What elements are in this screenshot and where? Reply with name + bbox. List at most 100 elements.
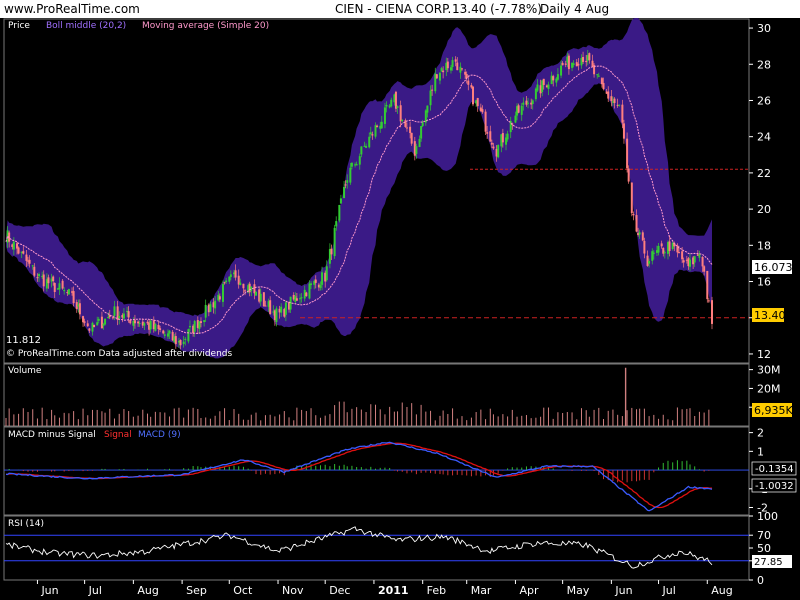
volume-bar xyxy=(562,413,564,426)
candle-body xyxy=(262,292,265,307)
candle-body xyxy=(663,252,666,254)
candle-body xyxy=(460,68,463,70)
ticker-title: CIEN - CIENA CORP. xyxy=(335,2,452,16)
volume-bar xyxy=(22,408,24,426)
candle-body xyxy=(349,167,352,183)
volume-bar xyxy=(603,419,605,426)
candle-body xyxy=(72,291,75,304)
volume-bar xyxy=(356,407,358,426)
candle-body xyxy=(438,72,441,81)
price-tick-label: 20 xyxy=(757,203,771,216)
x-tick-label: Sep xyxy=(186,584,207,597)
candle-body xyxy=(635,215,638,232)
volume-bar xyxy=(576,419,578,426)
candle-body xyxy=(111,317,114,319)
volume-bar xyxy=(631,407,633,426)
candle-body xyxy=(481,109,484,113)
volume-bar xyxy=(101,411,103,426)
volume-bar xyxy=(360,409,362,426)
volume-bar xyxy=(370,404,372,426)
volume-bar xyxy=(224,408,226,426)
volume-bar xyxy=(397,411,399,426)
volume-bar xyxy=(507,416,509,426)
volume-bar xyxy=(159,412,161,426)
candle-body xyxy=(651,251,654,261)
volume-bar xyxy=(485,419,487,426)
volume-bar xyxy=(173,408,175,426)
candle-body xyxy=(174,336,177,345)
volume-bar xyxy=(63,412,65,426)
rsi-layer xyxy=(4,526,749,569)
volume-bar xyxy=(46,419,48,426)
candle-body xyxy=(239,282,242,286)
candle-body xyxy=(621,104,624,123)
candle-body xyxy=(343,186,346,199)
volume-bar xyxy=(5,417,7,426)
volume-bar xyxy=(598,407,600,426)
candle-body xyxy=(492,146,495,149)
volume-bar xyxy=(305,411,307,426)
candle-body xyxy=(12,241,15,250)
volume-bar xyxy=(301,409,303,426)
volume-bar xyxy=(187,409,189,426)
rsi-tick-label: 70 xyxy=(757,529,771,542)
candle-body xyxy=(449,67,452,71)
candle-body xyxy=(314,279,317,283)
price-tick-label: 26 xyxy=(757,94,771,107)
volume-bar xyxy=(36,418,38,426)
candle-body xyxy=(58,283,61,290)
candle-body xyxy=(582,57,585,62)
candle-body xyxy=(113,306,116,316)
chart-canvas: 3028262422201816141230M20M10M21-1-210070… xyxy=(3,18,797,597)
candle-body xyxy=(459,66,462,73)
candle-body xyxy=(299,298,302,300)
candle-body xyxy=(501,133,504,143)
macd-signal-line xyxy=(5,442,713,509)
candle-body xyxy=(42,274,45,287)
volume-bar xyxy=(82,408,84,426)
volume-bar xyxy=(247,419,249,426)
volume-bar xyxy=(274,416,276,426)
volume-bar xyxy=(147,413,149,426)
price-tick-label: 28 xyxy=(757,58,771,71)
rsi-line xyxy=(5,526,713,569)
volume-bar xyxy=(672,420,674,426)
candle-body xyxy=(204,304,207,318)
volume-bar xyxy=(686,408,688,426)
rsi-legend: RSI (14) xyxy=(8,519,44,529)
volume-bar xyxy=(365,412,367,426)
volume-bar xyxy=(617,414,619,426)
candle-body xyxy=(52,276,55,282)
price-tick-label: 30 xyxy=(757,22,771,35)
candle-body xyxy=(149,320,152,330)
macd-signal-text: -1.0032 xyxy=(755,481,794,492)
candle-body xyxy=(711,300,713,324)
candle-body xyxy=(96,322,99,326)
volume-bar xyxy=(137,415,139,426)
candle-body xyxy=(399,105,402,122)
volume-bar xyxy=(530,418,532,426)
volume-panel-frame xyxy=(3,363,750,427)
candle-body xyxy=(622,123,625,139)
candle-body xyxy=(602,82,605,90)
volume-bar xyxy=(521,415,523,426)
volume-bar xyxy=(219,411,221,426)
candle-body xyxy=(597,75,600,77)
candle-body xyxy=(693,256,696,263)
candle-body xyxy=(188,326,191,328)
candle-body xyxy=(344,184,347,186)
candle-body xyxy=(429,90,432,106)
candle-body xyxy=(100,316,103,329)
volume-bar xyxy=(315,415,317,426)
price-legend-ma: Moving average (Simple 20) xyxy=(142,21,269,31)
candle-body xyxy=(305,292,308,297)
volume-bar xyxy=(142,409,144,426)
rsi-value-text: 27.85 xyxy=(754,557,783,568)
volume-bar xyxy=(703,412,705,426)
candle-body xyxy=(295,298,298,301)
volume-bar xyxy=(475,412,477,426)
price-legend-boll: Boll middle (20,2) xyxy=(46,21,126,31)
price-legend-price: Price xyxy=(8,21,30,31)
macd-legend-signal: Signal xyxy=(104,430,132,440)
volume-bar xyxy=(51,409,53,426)
